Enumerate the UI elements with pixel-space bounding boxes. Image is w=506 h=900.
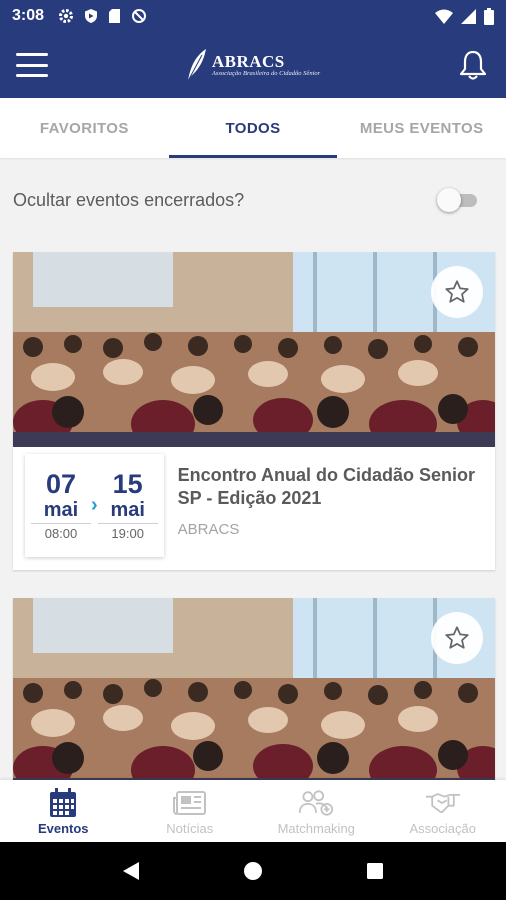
- signal-icon: [461, 8, 476, 24]
- conference-audience-photo: [13, 598, 495, 788]
- end-time: 19:00: [111, 526, 144, 542]
- handshake-icon: [425, 793, 460, 813]
- status-time: 3:08: [12, 7, 45, 24]
- people-add-icon: [299, 790, 334, 816]
- chevron-right-icon: ›: [91, 494, 98, 516]
- shield-icon: [85, 9, 98, 23]
- event-organizer: ABRACS: [177, 520, 240, 538]
- nav-associacao[interactable]: Associação: [380, 780, 506, 842]
- nav-label: Matchmaking: [277, 821, 355, 836]
- start-month: mai: [31, 498, 91, 525]
- app-bar: ABRACS Associação Brasileira do Cidadão …: [0, 32, 506, 98]
- star-outline-icon: [445, 280, 469, 303]
- hide-ended-toggle[interactable]: [437, 188, 479, 212]
- event-tabs: FAVORITOS TODOS MEUS EVENTOS: [0, 98, 506, 158]
- wifi-icon: [435, 9, 453, 24]
- tab-meus-eventos[interactable]: MEUS EVENTOS: [337, 98, 506, 158]
- start-time: 08:00: [44, 526, 78, 542]
- favorite-button[interactable]: [431, 266, 483, 318]
- filter-row: Ocultar eventos encerrados?: [0, 170, 506, 230]
- event-image: [13, 252, 495, 447]
- nav-label: Eventos: [37, 821, 89, 836]
- menu-icon-line: [16, 63, 48, 67]
- end-month: mai: [97, 498, 158, 525]
- end-date: 15 mai 19:00: [97, 468, 158, 542]
- abracs-logo: ABRACS Associação Brasileira do Cidadão …: [184, 47, 320, 83]
- start-day: 07: [45, 468, 77, 499]
- bell-icon: [459, 50, 487, 80]
- recents-button[interactable]: [355, 851, 395, 891]
- status-notification-icons: [58, 8, 147, 24]
- no-data-icon: [132, 9, 147, 23]
- nav-label: Associação: [409, 821, 476, 836]
- nav-matchmaking[interactable]: Matchmaking: [253, 780, 380, 842]
- event-date-range: 07 mai 08:00 › 15 mai 19:00: [25, 454, 164, 557]
- event-image: [13, 598, 495, 788]
- nav-eventos[interactable]: Eventos: [0, 780, 127, 842]
- start-date: 07 mai 08:00: [31, 468, 91, 542]
- event-card[interactable]: 07 mai 08:00 › 15 mai 19:00 Encontro Anu…: [13, 252, 495, 570]
- gear-icon: [59, 9, 74, 23]
- recents-square-icon: [367, 863, 383, 879]
- event-card[interactable]: [13, 598, 495, 788]
- home-circle-icon: [244, 862, 262, 880]
- menu-icon-line: [16, 74, 48, 77]
- system-navigation-bar: [0, 842, 506, 900]
- newspaper-icon: [172, 791, 206, 815]
- menu-button[interactable]: [16, 50, 48, 80]
- hide-ended-label: Ocultar eventos encerrados?: [13, 189, 245, 210]
- bottom-navigation: Eventos Notícias Matchmaking Associação: [0, 780, 506, 842]
- sd-card-icon: [109, 9, 121, 23]
- event-title: Encontro Anual do Cidadão Senior SP - Ed…: [177, 465, 476, 509]
- conference-audience-photo: [13, 252, 495, 447]
- star-outline-icon: [445, 626, 469, 649]
- logo-brand: ABRACS: [211, 51, 285, 71]
- feather-icon: [187, 49, 206, 82]
- status-bar: 3:08: [0, 0, 506, 32]
- battery-icon: [484, 7, 494, 25]
- nav-label: Notícias: [166, 821, 214, 836]
- toggle-thumb: [437, 188, 461, 212]
- back-button[interactable]: [111, 851, 151, 891]
- calendar-icon: [50, 788, 77, 817]
- favorite-button[interactable]: [431, 612, 483, 664]
- tab-favoritos[interactable]: FAVORITOS: [0, 98, 169, 158]
- tab-todos[interactable]: TODOS: [168, 98, 338, 158]
- menu-icon-line: [16, 53, 48, 56]
- logo-subtitle: Associação Brasileira do Cidadão Sênior: [211, 69, 321, 77]
- event-card-body: 07 mai 08:00 › 15 mai 19:00 Encontro Anu…: [13, 447, 495, 569]
- end-day: 15: [112, 468, 143, 499]
- nav-noticias[interactable]: Notícias: [127, 780, 254, 842]
- home-button[interactable]: [233, 851, 273, 891]
- notifications-button[interactable]: [456, 48, 490, 82]
- event-info: Encontro Anual do Cidadão Senior SP - Ed…: [178, 454, 483, 557]
- status-system-icons: [435, 7, 494, 25]
- back-triangle-icon: [123, 862, 139, 880]
